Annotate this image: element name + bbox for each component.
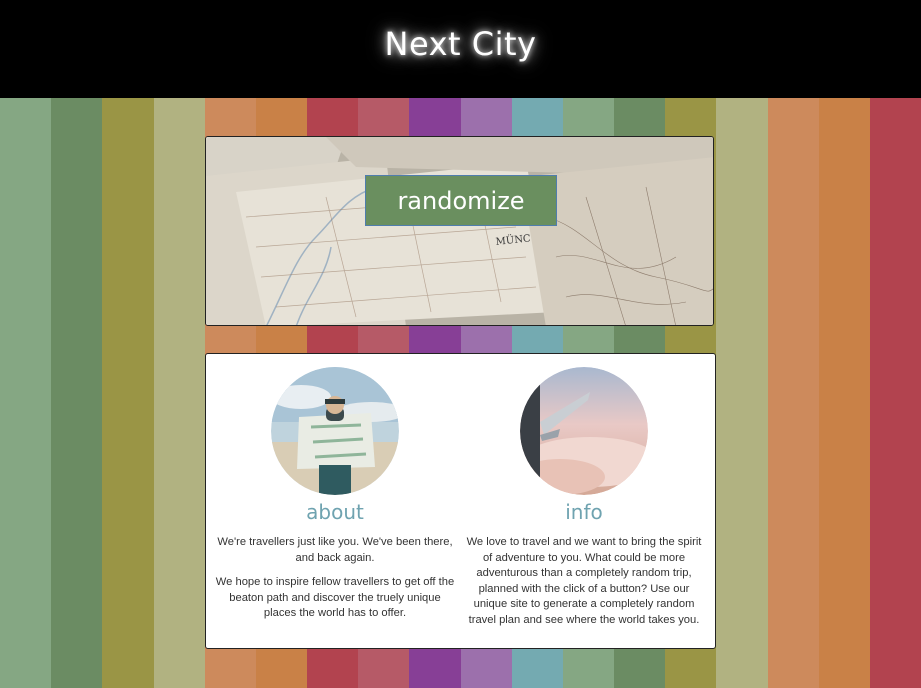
info-heading: info [565,500,603,524]
site-title: Next City [384,25,537,63]
info-card: about We're travellers just like you. We… [205,353,716,649]
about-section: about We're travellers just like you. We… [215,354,455,622]
about-heading: about [306,500,364,524]
about-paragraph-2: We hope to inspire fellow travellers to … [215,576,455,619]
hero-banner: MÜNC randomize [205,136,714,326]
info-photo [520,367,648,495]
stripe [51,98,102,688]
about-photo [271,367,399,495]
map-photo: MÜNC [206,137,713,325]
site-header: Next City [0,0,921,98]
stripe [870,98,921,688]
stripe [716,98,768,688]
stripe [768,98,819,688]
randomize-button[interactable]: randomize [365,175,557,226]
info-paragraph: We love to travel and we want to bring t… [466,536,702,626]
stripe [102,98,154,688]
stripe [0,98,51,688]
info-section: info We love to travel and we want to br… [464,354,704,628]
stripe [819,98,870,688]
about-paragraph-1: We're travellers just like you. We've be… [217,536,453,564]
stripe [154,98,205,688]
